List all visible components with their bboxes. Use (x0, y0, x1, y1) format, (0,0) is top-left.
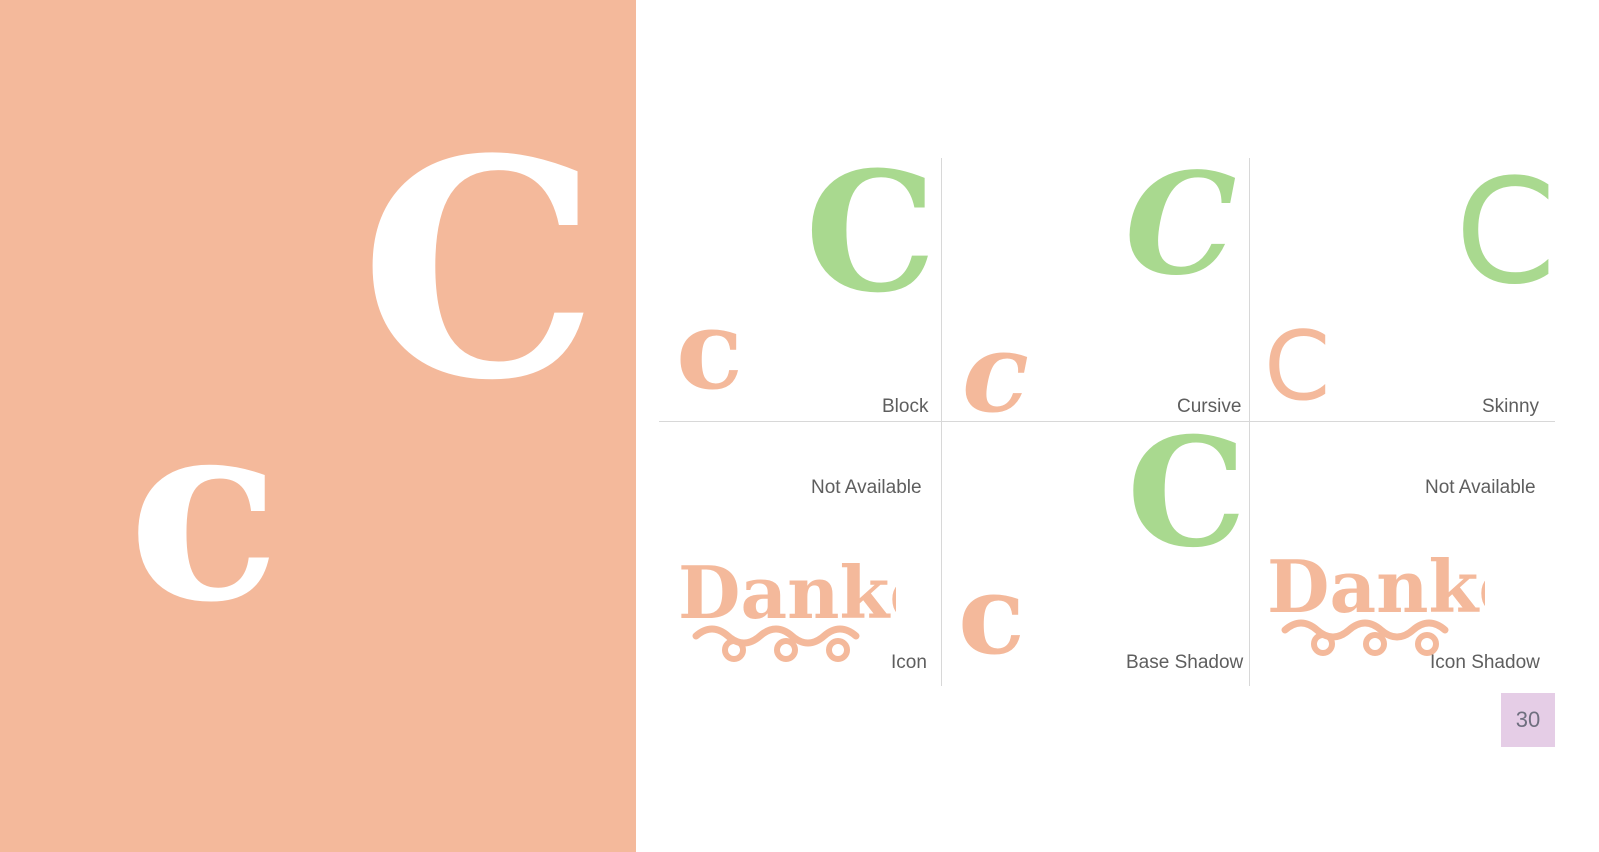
danke-icon: Danke! (678, 550, 896, 662)
not-available-text: Not Available (1425, 477, 1536, 498)
grid-divider-horizontal (659, 421, 1555, 422)
cell-label-block: Block (882, 396, 929, 417)
page-number-badge: 30 (1501, 693, 1555, 747)
cell-label-skinny: Skinny (1482, 396, 1540, 417)
block-uppercase-letter: C (805, 135, 937, 329)
skinny-lowercase-letter: C (1264, 312, 1331, 422)
hero-uppercase-letter: C (360, 93, 599, 446)
block-lowercase-letter: c (676, 285, 743, 414)
cell-label-icon: Icon (891, 652, 927, 673)
hero-panel: C c (0, 0, 636, 852)
base-shadow-uppercase-letter: C (1127, 405, 1247, 581)
not-available-text: Not Available (811, 477, 922, 498)
skinny-uppercase-letter: C (1455, 148, 1557, 317)
grid-divider-vertical-2 (1249, 158, 1250, 686)
hero-lowercase-letter: c (128, 363, 281, 657)
cursive-uppercase-letter: C (1125, 143, 1237, 307)
danke-icon: Danke! (1267, 544, 1485, 656)
danke-icon-text: Danke! (678, 550, 896, 635)
cell-label-base-shadow: Base Shadow (1126, 652, 1244, 673)
cursive-lowercase-letter: c (962, 308, 1029, 437)
grid-divider-vertical-1 (941, 158, 942, 686)
danke-icon-text: Danke! (1267, 544, 1485, 629)
base-shadow-lowercase-letter: c (958, 550, 1025, 679)
cell-label-icon-shadow: Icon Shadow (1430, 652, 1540, 673)
page-number: 30 (1515, 707, 1541, 732)
